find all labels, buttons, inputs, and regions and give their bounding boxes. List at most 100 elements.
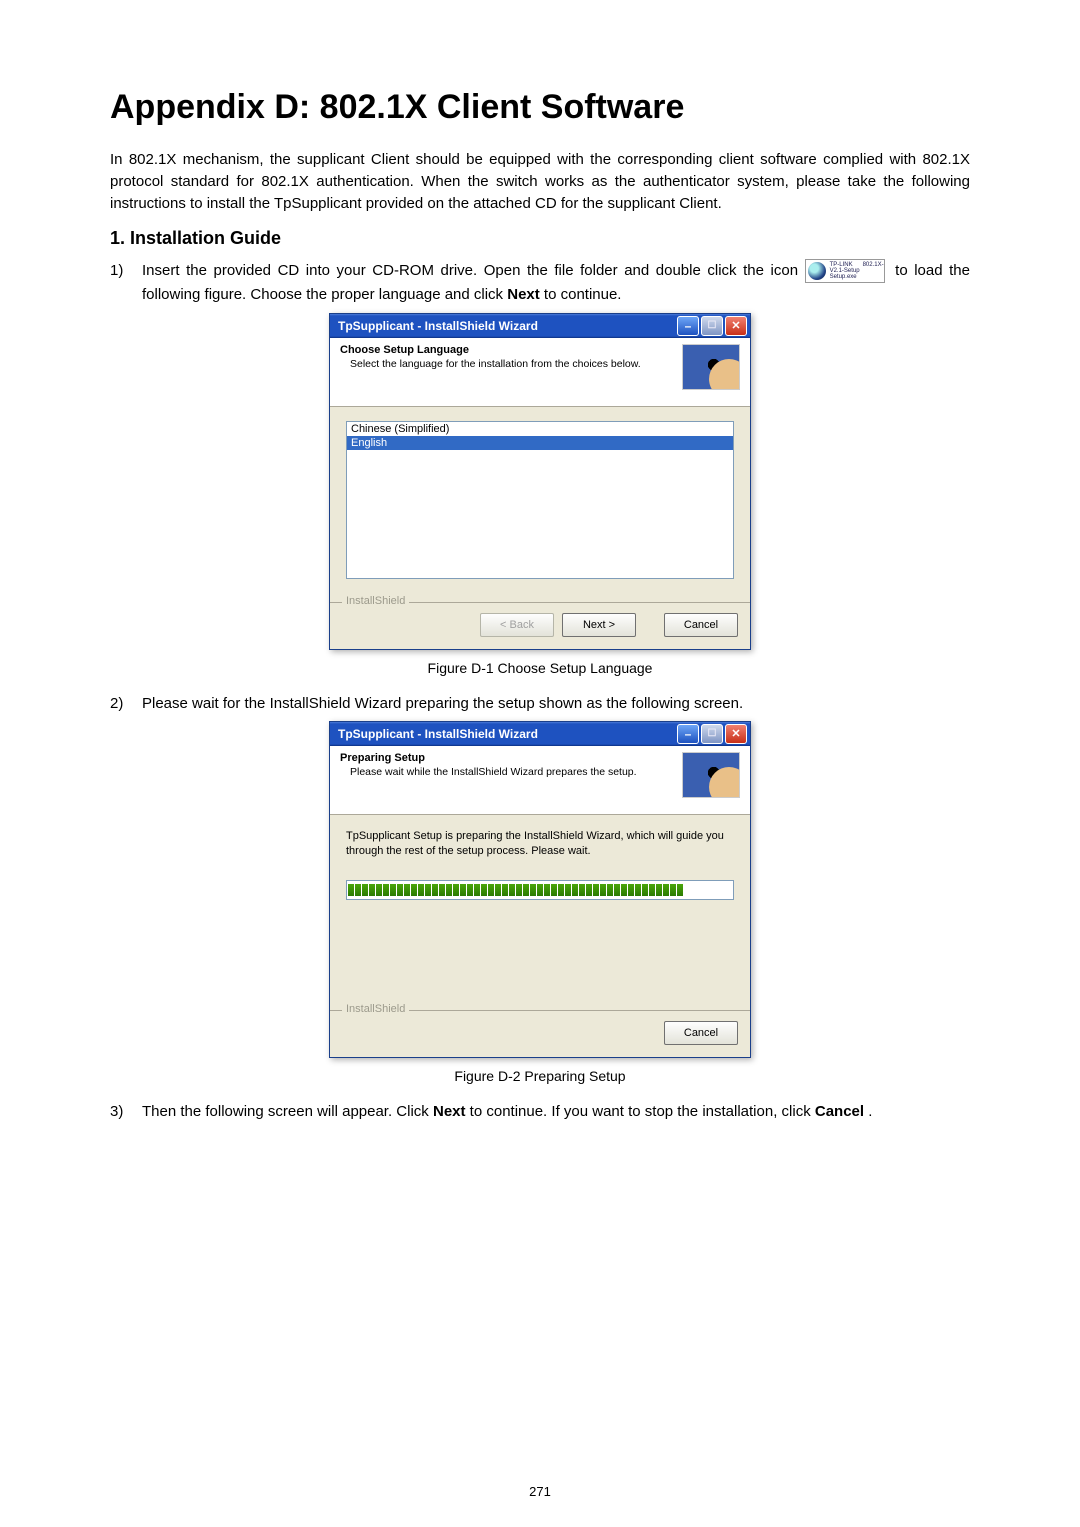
progress-segment <box>481 884 487 896</box>
step1-next-word: Next <box>507 286 540 303</box>
step-number: 3) <box>110 1100 142 1123</box>
figure-caption: Figure D-1 Choose Setup Language <box>428 660 653 676</box>
step-content: Insert the provided CD into your CD-ROM … <box>142 259 970 306</box>
progress-segment <box>467 884 473 896</box>
progress-segment <box>642 884 648 896</box>
progress-segment <box>362 884 368 896</box>
progress-segment <box>453 884 459 896</box>
step-content: Please wait for the InstallShield Wizard… <box>142 692 970 715</box>
progress-segment <box>418 884 424 896</box>
banner: Preparing Setup Please wait while the In… <box>330 746 750 815</box>
progress-segment <box>348 884 354 896</box>
installer-window-1: TpSupplicant - InstallShield Wizard Choo… <box>329 313 751 650</box>
progress-segment <box>474 884 480 896</box>
progress-segment <box>551 884 557 896</box>
progress-segment <box>432 884 438 896</box>
window-body: TpSupplicant Setup is preparing the Inst… <box>330 815 750 1010</box>
progress-segment <box>439 884 445 896</box>
progress-segment <box>649 884 655 896</box>
language-option-selected[interactable]: English <box>347 436 733 450</box>
page-title: Appendix D: 802.1X Client Software <box>110 88 970 127</box>
progress-segment <box>446 884 452 896</box>
step3-next-word: Next <box>433 1103 466 1120</box>
figure-d1: TpSupplicant - InstallShield Wizard Choo… <box>110 313 970 676</box>
step-3: 3) Then the following screen will appear… <box>110 1100 970 1123</box>
cancel-button[interactable]: Cancel <box>664 613 738 637</box>
back-button: < Back <box>480 613 554 637</box>
setup-exe-label: TP-LINK 802.1X-V2.1-Setup Setup.exe <box>830 262 884 280</box>
step-number: 1) <box>110 259 142 306</box>
step1-text-c: to continue. <box>544 286 622 303</box>
progress-segment <box>572 884 578 896</box>
banner-title: Choose Setup Language <box>340 344 682 356</box>
figure-d2: TpSupplicant - InstallShield Wizard Prep… <box>110 721 970 1084</box>
maximize-button[interactable] <box>701 724 723 744</box>
page-number: 271 <box>0 1484 1080 1499</box>
progress-segment <box>656 884 662 896</box>
step3-text-a: Then the following screen will appear. C… <box>142 1103 433 1120</box>
step1-text-a: Insert the provided CD into your CD-ROM … <box>142 262 805 279</box>
minimize-button[interactable] <box>677 316 699 336</box>
progress-segment <box>635 884 641 896</box>
banner-title: Preparing Setup <box>340 752 682 764</box>
close-button[interactable] <box>725 724 747 744</box>
footer-brand: InstallShield <box>342 1003 409 1015</box>
progress-segment <box>537 884 543 896</box>
window-footer: InstallShield < Back Next > Cancel <box>330 602 750 649</box>
close-button[interactable] <box>725 316 747 336</box>
intro-paragraph: In 802.1X mechanism, the supplicant Clie… <box>110 149 970 214</box>
step-1: 1) Insert the provided CD into your CD-R… <box>110 259 970 306</box>
banner-graphic-icon <box>682 344 740 390</box>
progress-segment <box>383 884 389 896</box>
maximize-button[interactable] <box>701 316 723 336</box>
cd-disc-icon <box>808 262 826 280</box>
step-content: Then the following screen will appear. C… <box>142 1100 970 1123</box>
progress-segment <box>600 884 606 896</box>
progress-segment <box>621 884 627 896</box>
progress-segment <box>579 884 585 896</box>
step-number: 2) <box>110 692 142 715</box>
cancel-button[interactable]: Cancel <box>664 1021 738 1045</box>
button-row: Cancel <box>342 1021 738 1045</box>
progress-segment <box>523 884 529 896</box>
progress-segment <box>663 884 669 896</box>
progress-segment <box>376 884 382 896</box>
language-option[interactable]: Chinese (Simplified) <box>347 422 733 436</box>
minimize-button[interactable] <box>677 724 699 744</box>
progress-segment <box>495 884 501 896</box>
progress-segment <box>593 884 599 896</box>
step3-text-b: to continue. If you want to stop the ins… <box>470 1103 815 1120</box>
figure-caption: Figure D-2 Preparing Setup <box>454 1068 625 1084</box>
progress-bar <box>346 880 734 900</box>
progress-segment <box>558 884 564 896</box>
installer-window-2: TpSupplicant - InstallShield Wizard Prep… <box>329 721 751 1058</box>
progress-segment <box>670 884 676 896</box>
titlebar: TpSupplicant - InstallShield Wizard <box>330 722 750 746</box>
progress-segment <box>369 884 375 896</box>
banner-subtitle: Select the language for the installation… <box>340 358 682 370</box>
window-body: Chinese (Simplified) English <box>330 407 750 602</box>
progress-segment <box>425 884 431 896</box>
step-2: 2) Please wait for the InstallShield Wiz… <box>110 692 970 715</box>
progress-segment <box>544 884 550 896</box>
progress-segment <box>628 884 634 896</box>
next-button[interactable]: Next > <box>562 613 636 637</box>
progress-segment <box>509 884 515 896</box>
progress-segment <box>404 884 410 896</box>
setup-exe-icon: TP-LINK 802.1X-V2.1-Setup Setup.exe <box>805 259 885 283</box>
progress-segment <box>460 884 466 896</box>
footer-brand: InstallShield <box>342 595 409 607</box>
progress-segment <box>502 884 508 896</box>
step3-text-c: . <box>868 1103 872 1120</box>
language-listbox[interactable]: Chinese (Simplified) English <box>346 421 734 579</box>
banner-text: Choose Setup Language Select the languag… <box>340 344 682 400</box>
progress-segment <box>614 884 620 896</box>
window-title: TpSupplicant - InstallShield Wizard <box>338 319 675 333</box>
window-title: TpSupplicant - InstallShield Wizard <box>338 727 675 741</box>
preparing-text: TpSupplicant Setup is preparing the Inst… <box>346 829 734 859</box>
banner: Choose Setup Language Select the languag… <box>330 338 750 407</box>
window-footer: InstallShield Cancel <box>330 1010 750 1057</box>
progress-segment <box>516 884 522 896</box>
progress-segment <box>586 884 592 896</box>
step3-cancel-word: Cancel <box>815 1103 864 1120</box>
